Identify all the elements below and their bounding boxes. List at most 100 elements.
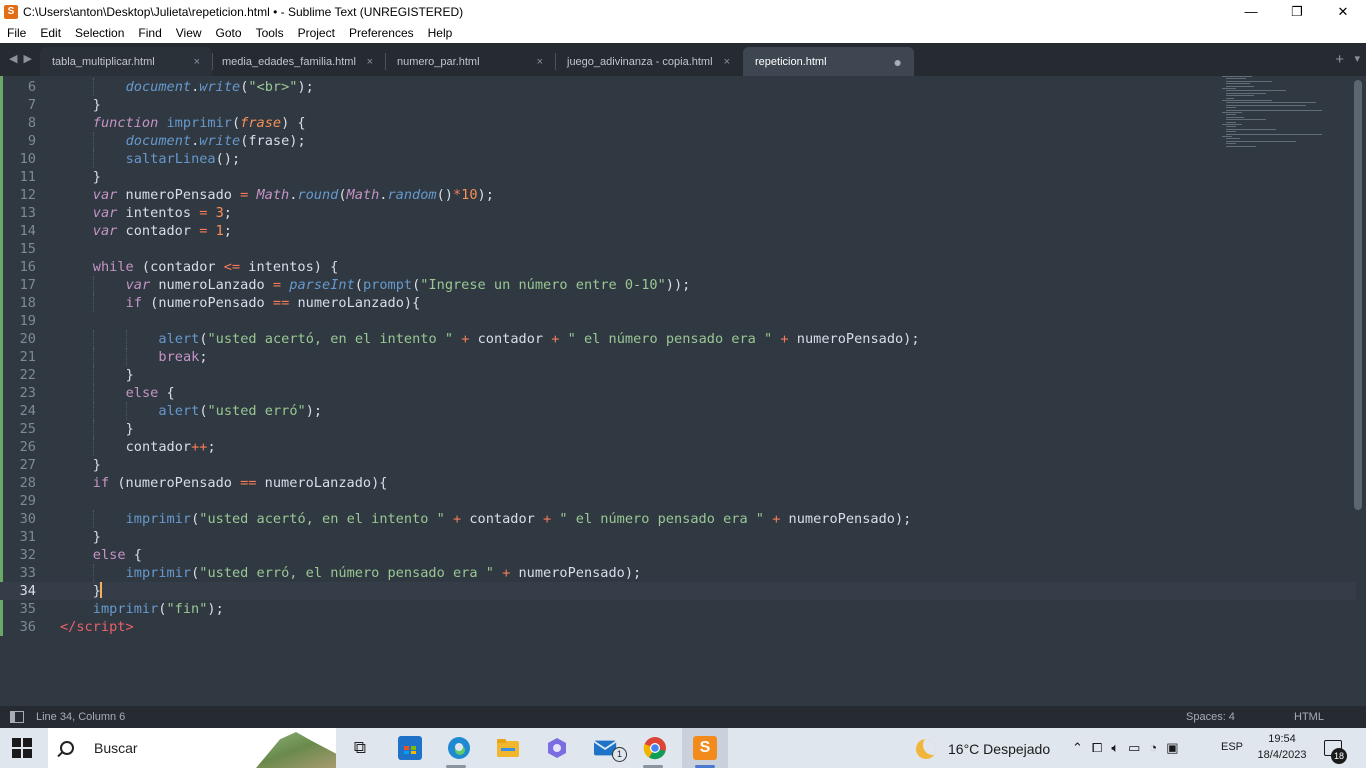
code-line[interactable]: 35 imprimir("fin"); <box>0 600 1356 618</box>
indentation-setting[interactable]: Spaces: 4 <box>1186 711 1235 723</box>
line-code: if (numeroPensado == numeroLanzado){ <box>93 474 388 492</box>
display-icon[interactable]: ▣ <box>1166 740 1178 756</box>
code-line[interactable]: 6 document.write("<br>"); <box>0 78 1356 96</box>
taskbar-search[interactable]: Buscar <box>48 728 336 768</box>
clock[interactable]: 19:54 18/4/2023 <box>1252 731 1312 763</box>
tab-nav-left-icon[interactable]: ◀ <box>9 52 17 65</box>
tab-juego-adivinanza-copia[interactable]: juego_adivinanza - copia.html × <box>555 47 742 76</box>
tab-close-icon[interactable]: × <box>194 56 200 68</box>
sidebar-toggle-icon[interactable] <box>10 711 24 723</box>
network-icon[interactable]: ⧠ <box>1092 740 1102 756</box>
tab-nav-right-icon[interactable]: ▶ <box>23 52 31 65</box>
code-token: numeroPensado); <box>780 511 912 527</box>
code-token: (); <box>215 151 241 167</box>
tab-overflow-icon[interactable]: ▾ <box>1354 52 1360 65</box>
battery-icon[interactable]: ▭ <box>1128 740 1140 756</box>
code-line[interactable]: 7} <box>0 96 1356 114</box>
code-line[interactable]: 36 </script> <box>0 618 1356 636</box>
code-token: intentos) { <box>240 259 339 275</box>
microsoft-store-icon[interactable] <box>398 736 422 760</box>
vertical-scrollbar[interactable] <box>1354 80 1362 510</box>
code-line[interactable]: 14 var contador = 1; <box>0 222 1356 240</box>
code-line[interactable]: 21 break; <box>0 348 1356 366</box>
menu-goto[interactable]: Goto <box>208 26 248 40</box>
line-number: 31 <box>19 529 36 545</box>
tab-close-icon[interactable]: × <box>367 56 373 68</box>
code-token: ; <box>199 349 208 365</box>
code-line[interactable]: 31} <box>0 528 1356 546</box>
input-language[interactable]: ESP <box>1221 741 1243 753</box>
file-explorer-icon[interactable] <box>496 736 520 760</box>
code-line[interactable]: 25} <box>0 420 1356 438</box>
search-highlight-image <box>256 732 336 768</box>
windows-start-icon[interactable] <box>12 738 32 758</box>
code-line[interactable]: 11} <box>0 168 1356 186</box>
minimize-button[interactable]: — <box>1228 0 1274 23</box>
minimap-line <box>1226 92 1266 94</box>
menu-file[interactable]: File <box>0 26 32 40</box>
copilot-app-icon[interactable] <box>545 736 569 760</box>
code-line[interactable]: 22} <box>0 366 1356 384</box>
sublime-text-taskbar-icon[interactable]: S <box>693 736 717 760</box>
chrome-browser-icon[interactable] <box>643 736 667 760</box>
maximize-button[interactable]: ❐ <box>1274 0 1320 23</box>
menu-selection[interactable]: Selection <box>67 26 130 40</box>
edge-browser-icon[interactable] <box>447 736 471 760</box>
close-window-button[interactable]: ✕ <box>1320 0 1366 23</box>
menu-tools[interactable]: Tools <box>248 26 290 40</box>
tab-dirty-icon[interactable]: ● <box>894 54 902 70</box>
code-line[interactable]: 29 <box>0 492 1356 510</box>
tab-close-icon[interactable]: × <box>724 56 730 68</box>
task-view-icon[interactable]: ⧉ <box>348 736 372 760</box>
wifi-icon[interactable]: ◔ <box>1149 740 1157 756</box>
chevron-up-icon[interactable]: ⌃ <box>1072 740 1083 756</box>
code-line[interactable]: 16 while (contador <= intentos) { <box>0 258 1356 276</box>
tab-media-edades-familia[interactable]: media_edades_familia.html × <box>210 47 385 76</box>
line-number: 8 <box>27 115 36 131</box>
code-line[interactable]: 12 var numeroPensado = Math.round(Math.ra… <box>0 186 1356 204</box>
minimap[interactable] <box>1220 76 1330 156</box>
code-line[interactable]: 9 document.write(frase); <box>0 132 1356 150</box>
code-line[interactable]: 27} <box>0 456 1356 474</box>
code-line[interactable]: 30 imprimir("usted acertó, en el intento … <box>0 510 1356 528</box>
syntax-selector[interactable]: HTML <box>1294 711 1324 723</box>
menu-preferences[interactable]: Preferences <box>341 26 420 40</box>
code-line[interactable]: 17 var numeroLanzado = parseInt(prompt("I… <box>0 276 1356 294</box>
code-line[interactable]: 8 function imprimir(frase) { <box>0 114 1356 132</box>
menu-bar: File Edit Selection Find View Goto Tools… <box>0 23 1366 43</box>
menu-project[interactable]: Project <box>290 26 341 40</box>
code-token: <= <box>223 259 241 275</box>
code-line[interactable]: 24 alert("usted erró"); <box>0 402 1356 420</box>
code-area[interactable]: 6 document.write("<br>"); 7} 8 function impr… <box>0 78 1356 636</box>
menu-find[interactable]: Find <box>130 26 167 40</box>
code-line[interactable]: 13 var intentos = 3; <box>0 204 1356 222</box>
code-line[interactable]: 23 else { <box>0 384 1356 402</box>
code-token: ); <box>305 403 323 419</box>
code-editor[interactable]: 6 document.write("<br>"); 7} 8 function impr… <box>0 76 1366 706</box>
volume-icon[interactable]: 🔈︎ <box>1111 740 1119 756</box>
code-line[interactable]: 34} <box>0 582 1356 600</box>
tab-repeticion[interactable]: repeticion.html ● <box>743 47 914 76</box>
code-line[interactable]: 28 if (numeroPensado == numeroLanzado){ <box>0 474 1356 492</box>
code-line[interactable]: 33 imprimir("usted erró, el número pensad… <box>0 564 1356 582</box>
menu-help[interactable]: Help <box>420 26 459 40</box>
code-token: var <box>92 223 118 239</box>
minimap-line <box>1226 131 1236 133</box>
code-line[interactable]: 18 if (numeroPensado == numeroLanzado){ <box>0 294 1356 312</box>
code-line[interactable]: 15 <box>0 240 1356 258</box>
code-line[interactable]: 20 alert("usted acertó, en el intento " +… <box>0 330 1356 348</box>
code-line[interactable]: 10 saltarLinea(); <box>0 150 1356 168</box>
tab-numero-par[interactable]: numero_par.html × <box>385 47 555 76</box>
code-token: + <box>543 511 552 527</box>
tab-close-icon[interactable]: × <box>537 56 543 68</box>
tab-tabla-multiplicar[interactable]: tabla_multiplicar.html × <box>40 47 212 76</box>
code-line[interactable]: 26 contador++; <box>0 438 1356 456</box>
line-number: 20 <box>19 331 36 347</box>
menu-view[interactable]: View <box>168 26 208 40</box>
code-line[interactable]: 32 else { <box>0 546 1356 564</box>
line-code: var numeroLanzado = parseInt(prompt("Ing… <box>126 276 691 294</box>
new-tab-icon[interactable]: + <box>1335 51 1344 68</box>
code-line[interactable]: 19 <box>0 312 1356 330</box>
weather-widget[interactable]: 16°C Despejado <box>916 739 1050 759</box>
menu-edit[interactable]: Edit <box>32 26 67 40</box>
